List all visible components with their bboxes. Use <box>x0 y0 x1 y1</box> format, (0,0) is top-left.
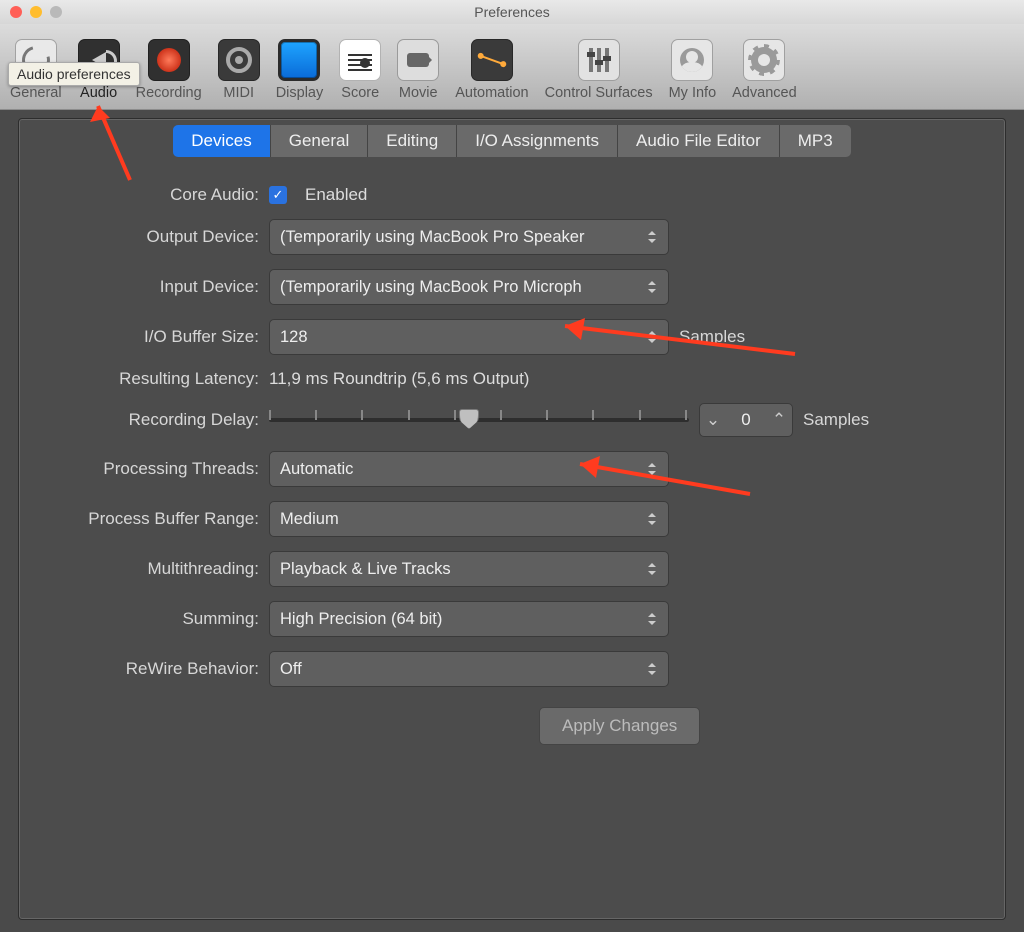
my-info-icon <box>671 39 713 81</box>
output-device-value: (Temporarily using MacBook Pro Speaker <box>280 228 584 247</box>
toolbar-label: My Info <box>669 85 717 101</box>
movie-icon <box>397 39 439 81</box>
tooltip-audio-preferences: Audio preferences <box>8 62 140 86</box>
toolbar-label: Recording <box>136 85 202 101</box>
toolbar-display[interactable]: Display <box>268 39 332 101</box>
toolbar-label: MIDI <box>223 85 254 101</box>
toolbar-midi[interactable]: MIDI <box>210 39 268 101</box>
rewire-behavior-select[interactable]: Off <box>269 651 669 687</box>
toolbar-label: Control Surfaces <box>545 85 653 101</box>
subtab-mp3[interactable]: MP3 <box>780 125 851 157</box>
toolbar-label: Automation <box>455 85 528 101</box>
input-device-select[interactable]: (Temporarily using MacBook Pro Microph <box>269 269 669 305</box>
multithreading-value: Playback & Live Tracks <box>280 560 451 579</box>
score-icon <box>339 39 381 81</box>
toolbar-label: Display <box>276 85 324 101</box>
subtab-audio-file-editor[interactable]: Audio File Editor <box>618 125 780 157</box>
toolbar-control-surfaces[interactable]: Control Surfaces <box>537 39 661 101</box>
subtab-general[interactable]: General <box>271 125 368 157</box>
window-title: Preferences <box>474 4 549 20</box>
advanced-icon <box>743 39 785 81</box>
close-window-button[interactable] <box>10 6 22 18</box>
toolbar-advanced[interactable]: Advanced <box>724 39 805 101</box>
control-surfaces-icon <box>578 39 620 81</box>
core-audio-enabled-text: Enabled <box>305 185 367 205</box>
toolbar-my-info[interactable]: My Info <box>661 39 725 101</box>
audio-subtab-bar: Devices General Editing I/O Assignments … <box>19 119 1005 159</box>
slider-thumb[interactable] <box>459 409 479 429</box>
apply-changes-button[interactable]: Apply Changes <box>539 707 700 745</box>
summing-value: High Precision (64 bit) <box>280 610 442 629</box>
toolbar-score[interactable]: Score <box>331 39 389 101</box>
spinner-up-button[interactable]: ⌃ <box>766 410 792 430</box>
toolbar-label: Movie <box>399 85 438 101</box>
recording-icon <box>148 39 190 81</box>
processing-threads-value: Automatic <box>280 460 353 479</box>
recording-delay-label: Recording Delay: <box>19 410 269 430</box>
annotation-arrow-audio-tab <box>90 100 150 195</box>
multithreading-label: Multithreading: <box>19 559 269 579</box>
rewire-behavior-value: Off <box>280 660 302 679</box>
toolbar-automation[interactable]: Automation <box>447 39 536 101</box>
audio-preferences-panel: Devices General Editing I/O Assignments … <box>18 118 1006 920</box>
input-device-label: Input Device: <box>19 277 269 297</box>
toolbar-label: Advanced <box>732 85 797 101</box>
recording-delay-value: 0 <box>726 410 766 430</box>
process-buffer-range-value: Medium <box>280 510 339 529</box>
multithreading-select[interactable]: Playback & Live Tracks <box>269 551 669 587</box>
display-icon <box>278 39 320 81</box>
toolbar-label: Score <box>341 85 379 101</box>
resulting-latency-value: 11,9 ms Roundtrip (5,6 ms Output) <box>269 369 529 389</box>
window-titlebar: Preferences <box>0 0 1024 24</box>
toolbar-label: Audio <box>80 85 117 101</box>
samples-unit: Samples <box>803 410 869 430</box>
subtab-editing[interactable]: Editing <box>368 125 457 157</box>
summing-label: Summing: <box>19 609 269 629</box>
recording-delay-spinner[interactable]: ⌄ 0 ⌃ <box>699 403 793 437</box>
resulting-latency-label: Resulting Latency: <box>19 369 269 389</box>
annotation-arrow-io-buffer <box>555 310 805 375</box>
subtab-io-assignments[interactable]: I/O Assignments <box>457 125 618 157</box>
subtab-devices[interactable]: Devices <box>173 125 270 157</box>
zoom-window-button[interactable] <box>50 6 62 18</box>
recording-delay-slider[interactable] <box>269 418 689 422</box>
io-buffer-size-label: I/O Buffer Size: <box>19 327 269 347</box>
io-buffer-size-value: 128 <box>280 328 308 347</box>
toolbar-movie[interactable]: Movie <box>389 39 447 101</box>
output-device-label: Output Device: <box>19 227 269 247</box>
toolbar-label: General <box>10 85 62 101</box>
automation-icon <box>471 39 513 81</box>
core-audio-checkbox[interactable]: ✓ <box>269 186 287 204</box>
devices-form: Core Audio: ✓ Enabled Output Device: (Te… <box>19 159 1005 745</box>
output-device-select[interactable]: (Temporarily using MacBook Pro Speaker <box>269 219 669 255</box>
summing-select[interactable]: High Precision (64 bit) <box>269 601 669 637</box>
toolbar-recording[interactable]: Recording <box>128 39 210 101</box>
annotation-arrow-processing-threads <box>570 450 770 515</box>
preferences-toolbar: Audio preferences General Audio Recordin… <box>0 24 1024 110</box>
minimize-window-button[interactable] <box>30 6 42 18</box>
input-device-value: (Temporarily using MacBook Pro Microph <box>280 278 582 297</box>
midi-icon <box>218 39 260 81</box>
rewire-behavior-label: ReWire Behavior: <box>19 659 269 679</box>
spinner-down-button[interactable]: ⌄ <box>700 410 726 430</box>
processing-threads-label: Processing Threads: <box>19 459 269 479</box>
process-buffer-range-label: Process Buffer Range: <box>19 509 269 529</box>
